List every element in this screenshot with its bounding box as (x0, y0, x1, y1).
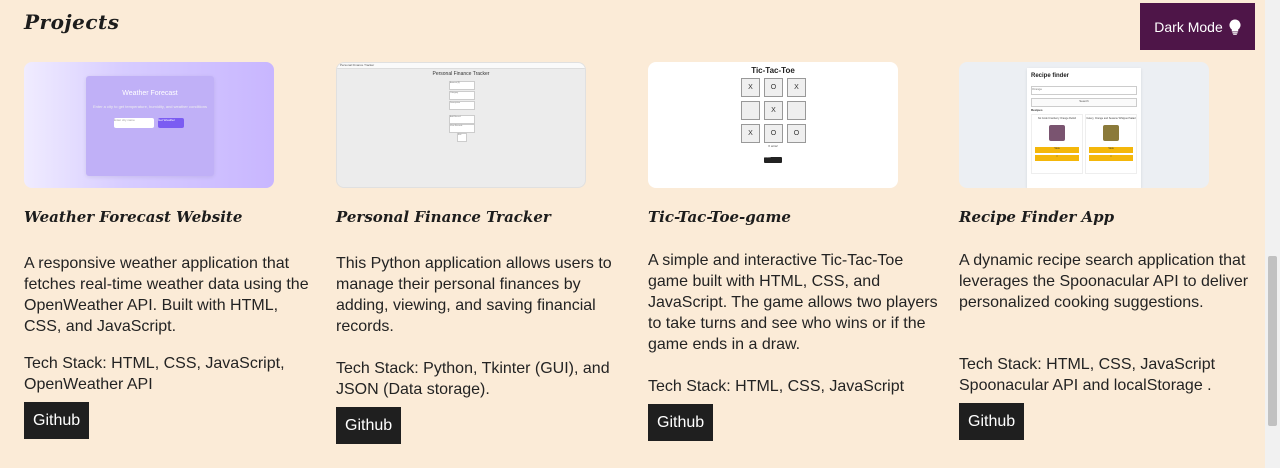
thumbnail-field: Description (449, 101, 475, 110)
thumbnail-recipe-card: Celery, Orange and Sesame Whipped Salad … (1085, 114, 1137, 174)
board-cell (741, 101, 760, 120)
recipe-image (1049, 125, 1065, 141)
project-card-finance: Personal Finance Tracker Personal Financ… (336, 62, 626, 444)
project-description: A responsive weather application that fe… (24, 255, 309, 335)
dark-mode-button[interactable]: Dark Mode (1140, 3, 1255, 50)
project-description: This Python application allows users to … (336, 255, 612, 335)
board-cell: O (764, 78, 783, 97)
thumbnail-subtext: Enter a city to get temperature, humidit… (93, 104, 207, 109)
project-card-tictactoe: Tic-Tac-Toe X O X X X O O X wins! Restar… (648, 62, 938, 441)
recipe-view-button: View (1089, 147, 1133, 153)
project-thumbnail: Personal Finance Tracker Personal Financ… (336, 62, 586, 188)
project-title: Weather Forecast Website (24, 208, 243, 226)
section-title: Projects (24, 10, 120, 34)
project-thumbnail: Recipe finder Orange Search Recipes No C… (959, 62, 1209, 188)
weather-panel: Weather Forecast Enter a city to get tem… (86, 76, 214, 176)
recipe-image (1103, 125, 1119, 141)
project-tech-stack: Tech Stack: HTML, CSS, JavaScript, OpenW… (24, 355, 285, 393)
thumbnail-field: Amount ($) (449, 81, 475, 90)
board-cell: O (787, 124, 806, 143)
page-scrollbar[interactable] (1265, 0, 1280, 468)
board-cell: X (741, 124, 760, 143)
project-description: A dynamic recipe search application that… (959, 252, 1249, 311)
thumbnail-button: Get Weather (158, 118, 184, 128)
lightbulb-icon (1229, 18, 1241, 35)
project-title: Recipe Finder App (959, 208, 1115, 226)
thumbnail-window-bar: Personal Finance Tracker (337, 63, 585, 69)
board-cell: O (764, 124, 783, 143)
recipe-panel: Recipe finder Orange Search Recipes No C… (1027, 68, 1141, 188)
board-cell: X (787, 78, 806, 97)
board-cell: X (764, 101, 783, 120)
thumbnail-heading: Recipe finder (1031, 73, 1070, 79)
thumbnail-heading: Personal Finance Tracker (432, 71, 490, 77)
project-title: Personal Finance Tracker (336, 208, 551, 226)
recipe-save-button: ☆ (1089, 155, 1133, 161)
dark-mode-label: Dark Mode (1154, 18, 1223, 35)
thumbnail-window-title: Personal Finance Tracker (340, 63, 375, 67)
recipe-save-button: ☆ (1035, 155, 1079, 161)
thumbnail-recipes-label: Recipes (1031, 108, 1043, 112)
project-description: A simple and interactive Tic-Tac-Toe gam… (648, 252, 938, 353)
thumbnail-recipe-card: No Cook Cranberry Orange Relish View ☆ (1031, 114, 1083, 174)
thumbnail-field: Add Record (449, 115, 475, 124)
recipe-name: No Cook Cranberry Orange Relish (1037, 117, 1077, 120)
project-thumbnail: Tic-Tac-Toe X O X X X O O X wins! Restar… (648, 62, 898, 188)
project-tech-stack: Tech Stack: Python, Tkinter (GUI), and J… (336, 360, 610, 398)
thumbnail-field: View Records (449, 124, 475, 133)
thumbnail-search-button: Search (1031, 98, 1137, 107)
thumbnail-input: Orange (1031, 86, 1137, 95)
thumbnail-input: Enter city name (114, 118, 154, 128)
thumbnail-reset-button: Restart (764, 157, 782, 163)
recipe-view-button: View (1035, 147, 1079, 153)
thumbnail-heading: Weather Forecast (122, 90, 178, 97)
thumbnail-heading: Tic-Tac-Toe (751, 66, 795, 75)
github-button[interactable]: Github (336, 407, 402, 444)
project-card-weather: Weather Forecast Enter a city to get tem… (24, 62, 314, 439)
thumbnail-field: Category (449, 91, 475, 100)
thumbnail-winner-text: X wins! (768, 144, 778, 148)
scrollbar-thumb[interactable] (1268, 256, 1277, 426)
board-cell (787, 101, 806, 120)
github-button[interactable]: Github (959, 403, 1025, 440)
github-button[interactable]: Github (24, 402, 90, 439)
thumbnail-field: Exit (457, 133, 467, 142)
project-title: Tic-Tac-Toe-game (648, 208, 791, 226)
project-tech-stack: Tech Stack: HTML, CSS, JavaScript (648, 378, 905, 395)
project-card-recipe: Recipe finder Orange Search Recipes No C… (959, 62, 1249, 440)
project-tech-stack: Tech Stack: HTML, CSS, JavaScript Spoona… (959, 356, 1216, 394)
board-cell: X (741, 78, 760, 97)
recipe-name: Celery, Orange and Sesame Whipped Salad (1086, 117, 1136, 120)
github-button[interactable]: Github (648, 404, 714, 441)
project-thumbnail: Weather Forecast Enter a city to get tem… (24, 62, 274, 188)
